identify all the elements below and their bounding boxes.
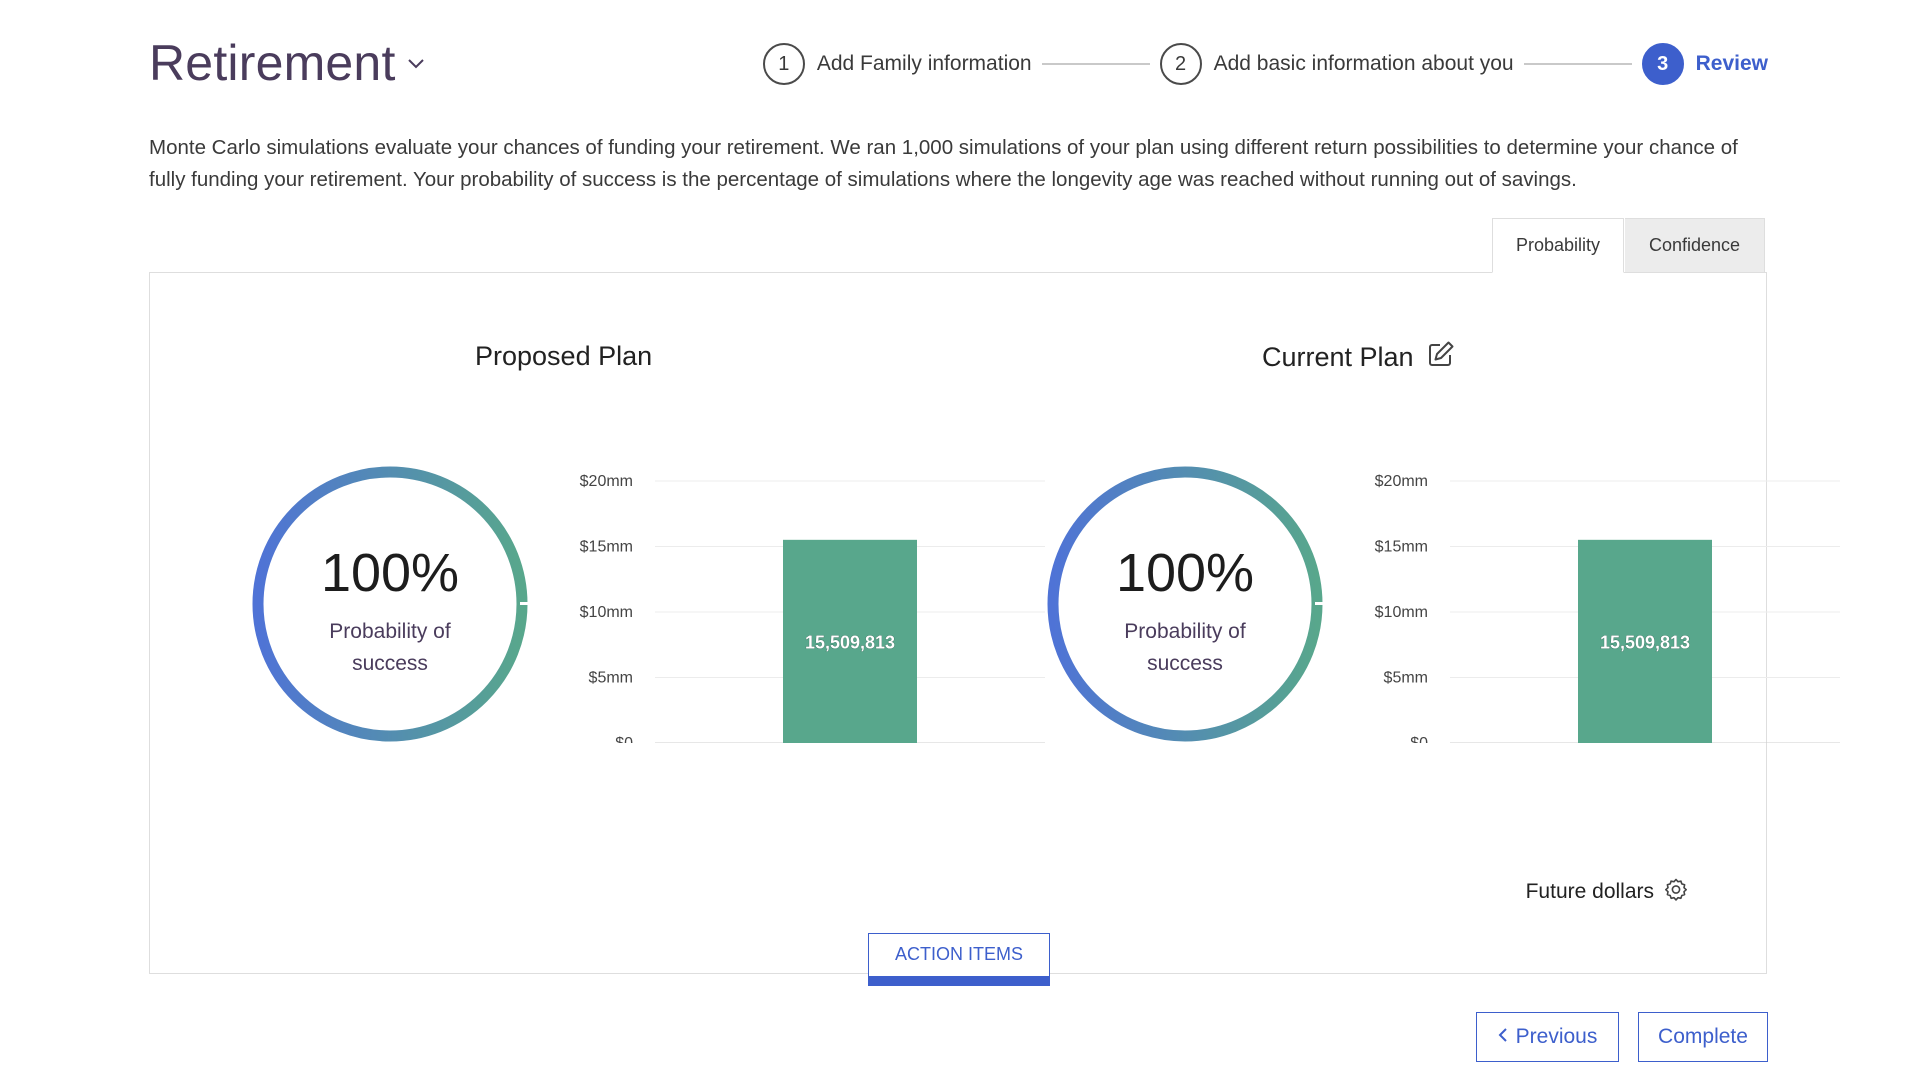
current-plan-title-text: Current Plan: [1262, 342, 1414, 372]
tab-probability[interactable]: Probability: [1492, 218, 1624, 273]
y-tick-label: $5mm: [1384, 670, 1428, 687]
y-tick-label: $0: [615, 735, 633, 743]
gauge-arc: [252, 466, 528, 742]
proposed-plan-bar-chart: $0 $5mm $10mm $15mm $20mm 15,509,813: [570, 443, 1050, 755]
page-title-dropdown[interactable]: Retirement: [149, 34, 426, 92]
tab-confidence[interactable]: Confidence: [1625, 218, 1765, 273]
proposed-probability-label: Probability of success: [329, 620, 451, 675]
proposed-probability-gauge: 100% Probability of success: [250, 464, 530, 744]
bar-chart-svg: $0 $5mm $10mm $15mm $20mm 15,509,813: [1375, 473, 1840, 755]
proposed-plan-title: Proposed Plan: [475, 341, 652, 372]
bar-chart-svg: $0 $5mm $10mm $15mm $20mm 15,509,813: [580, 473, 1045, 755]
step-1-label: Add Family information: [816, 52, 1032, 75]
y-tick-label: $5mm: [589, 670, 633, 687]
edit-icon[interactable]: [1426, 339, 1456, 376]
step-2[interactable]: 2 Add basic information about you: [1159, 43, 1514, 85]
current-plan-title: Current Plan: [1262, 339, 1456, 376]
gauge-ring: [1047, 466, 1325, 742]
future-dollars-label: Future dollars: [1525, 880, 1654, 903]
view-tabs: Probability Confidence: [1492, 218, 1765, 273]
y-tick-label: $20mm: [1375, 473, 1428, 490]
y-tick-label: $20mm: [580, 473, 633, 490]
y-tick-label: $0: [1410, 735, 1428, 743]
step-connector: [1523, 63, 1632, 65]
chevron-down-icon: [406, 57, 426, 76]
bar-data-label: 15,509,813: [805, 632, 895, 652]
gear-icon[interactable]: [1664, 877, 1688, 907]
y-tick-label: $10mm: [580, 604, 633, 621]
step-connector: [1041, 63, 1150, 65]
current-probability-gauge: 100% Probability of success: [1045, 464, 1325, 744]
complete-button[interactable]: Complete: [1638, 1012, 1768, 1062]
step-1-number: 1: [762, 43, 805, 85]
bar-data-label: 15,509,813: [1600, 632, 1690, 652]
gauge-arc: [1047, 466, 1323, 742]
previous-button[interactable]: Previous: [1476, 1012, 1619, 1062]
future-dollars-setting: Future dollars: [1526, 877, 1688, 907]
current-probability-value: 100%: [1115, 543, 1255, 603]
page-title: Retirement: [149, 35, 396, 91]
gauge-ring: [252, 466, 530, 742]
action-items-button[interactable]: ACTION ITEMS: [868, 933, 1050, 986]
step-1[interactable]: 1 Add Family information: [762, 43, 1032, 85]
step-3-number: 3: [1641, 43, 1684, 85]
proposed-probability-value: 100%: [320, 543, 460, 603]
proposed-plan-title-text: Proposed Plan: [475, 341, 653, 371]
previous-button-label: Previous: [1515, 1025, 1598, 1048]
y-tick-label: $15mm: [580, 539, 633, 556]
step-2-label: Add basic information about you: [1213, 52, 1514, 75]
simulation-description: Monte Carlo simulations evaluate your ch…: [149, 136, 1738, 191]
stepper: 1 Add Family information 2 Add basic inf…: [762, 42, 1768, 86]
current-probability-label: Probability of success: [1124, 620, 1246, 675]
step-2-number: 2: [1159, 43, 1202, 85]
y-tick-label: $15mm: [1375, 539, 1428, 556]
y-tick-label: $10mm: [1375, 604, 1428, 621]
results-panel: Proposed Plan Current Plan 100% Probabil…: [149, 272, 1840, 974]
chevron-left-icon: [1498, 1025, 1508, 1049]
step-3-label: Review: [1695, 52, 1768, 75]
step-3[interactable]: 3 Review: [1641, 43, 1768, 85]
current-plan-bar-chart: $0 $5mm $10mm $15mm $20mm 15,509,813: [1365, 443, 1845, 755]
